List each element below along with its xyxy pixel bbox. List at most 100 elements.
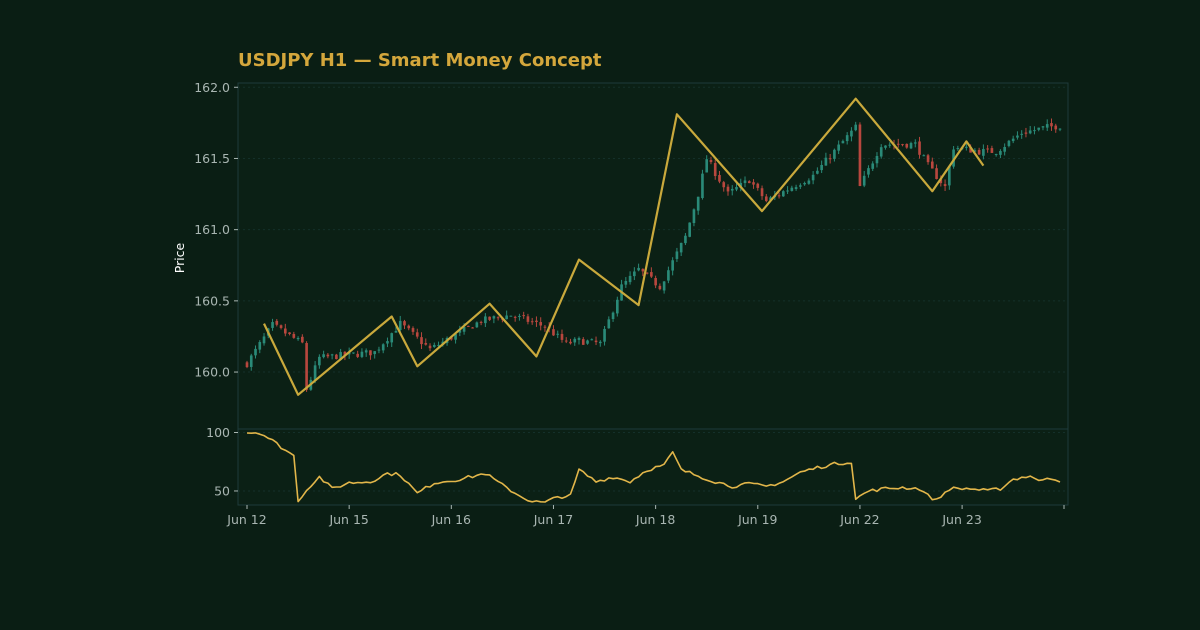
price-tick-label: 162.0	[194, 80, 230, 95]
candle-body	[271, 322, 274, 328]
candle-body	[628, 275, 632, 283]
candle-body	[283, 328, 287, 334]
candle-body	[1041, 126, 1045, 128]
candle-body	[1050, 123, 1053, 127]
candle-body	[526, 316, 530, 322]
chart-title: USDJPY H1 — Smart Money Concept	[238, 50, 602, 71]
candle-body	[935, 168, 938, 180]
candle-body	[820, 164, 823, 171]
candle-body	[398, 320, 402, 330]
candle-body	[1003, 146, 1006, 152]
candle-body	[824, 157, 828, 166]
candle-body	[990, 148, 994, 153]
candle-body	[381, 344, 385, 351]
candle-body	[650, 272, 653, 277]
candle-body	[833, 149, 836, 159]
candle-body	[420, 337, 423, 345]
candle	[305, 341, 308, 392]
y-axis-label: Price	[172, 242, 187, 273]
candle-body	[1054, 125, 1058, 130]
candle	[858, 122, 862, 187]
candle-body	[407, 325, 411, 329]
candle-body	[709, 159, 713, 163]
candle-body	[1045, 124, 1049, 128]
candle-body	[326, 354, 330, 357]
candle-body	[471, 327, 474, 329]
candle-body	[735, 187, 738, 190]
x-tick-label: Jun 23	[941, 512, 981, 527]
candle-body	[301, 336, 304, 343]
candle-body	[318, 356, 321, 366]
candle-body	[581, 339, 585, 345]
x-tick-label: Jun 18	[635, 512, 675, 527]
candle-body	[322, 354, 325, 358]
candle-body	[245, 362, 249, 368]
candle-body	[858, 124, 862, 187]
candle-body	[288, 332, 291, 335]
candle-body	[986, 148, 989, 150]
chart-root: USDJPY H1 — Smart Money Concept 160.0160…	[0, 0, 1200, 630]
candle	[467, 325, 470, 327]
candle-body	[701, 173, 704, 199]
candle-body	[296, 338, 300, 340]
candle-body	[1024, 132, 1028, 134]
candle-body	[803, 182, 806, 185]
candle-body	[752, 182, 755, 185]
candle-body	[377, 349, 381, 351]
candle-body	[816, 170, 819, 174]
x-tick-label: Jun 15	[328, 512, 368, 527]
candle-body	[726, 186, 730, 192]
candle-body	[913, 142, 917, 144]
candle-body	[352, 352, 355, 354]
candle-body	[637, 267, 640, 271]
candle-body	[850, 130, 853, 137]
candle-body	[1007, 140, 1011, 146]
candle-body	[484, 316, 487, 324]
candle-body	[403, 321, 406, 326]
candle-body	[594, 340, 598, 343]
candle-body	[330, 354, 334, 356]
candle-body	[335, 354, 338, 360]
candle	[701, 169, 704, 200]
candle-body	[254, 348, 257, 356]
indicator-tick-label: 50	[214, 483, 230, 498]
candle-body	[807, 180, 811, 184]
candle-body	[249, 355, 253, 367]
candle-body	[560, 333, 564, 340]
candle-body	[364, 350, 368, 353]
candle-body	[552, 329, 555, 336]
candle-body	[509, 315, 513, 317]
candle-body	[760, 188, 764, 197]
candle-body	[965, 146, 968, 148]
candle-body	[718, 175, 721, 182]
candle-body	[999, 150, 1002, 155]
candle-body	[901, 144, 904, 146]
candle-body	[518, 315, 521, 317]
candle-body	[573, 338, 577, 343]
candle-body	[875, 155, 879, 164]
candle-body	[794, 187, 798, 190]
x-tick-label: Jun 12	[226, 512, 266, 527]
candle-body	[896, 143, 900, 145]
price-tick-label: 161.5	[194, 151, 230, 166]
candle-body	[845, 135, 849, 142]
candle-body	[713, 163, 717, 177]
candle-body	[926, 155, 930, 163]
candle-body	[641, 268, 645, 272]
candle-body	[624, 280, 628, 285]
candle-body	[394, 331, 398, 333]
candle-body	[684, 235, 687, 244]
candle-body	[505, 315, 508, 320]
candle-body	[790, 187, 794, 191]
candle-body	[633, 271, 636, 277]
candle	[688, 222, 692, 238]
candle-body	[922, 155, 926, 157]
candle-body	[1020, 133, 1024, 135]
candle-body	[373, 351, 377, 355]
candle-body	[871, 163, 875, 169]
candle-body	[492, 316, 496, 319]
candle-body	[1011, 138, 1015, 142]
candle-body	[543, 326, 547, 328]
candle-body	[654, 277, 657, 286]
candle-body	[369, 350, 372, 356]
